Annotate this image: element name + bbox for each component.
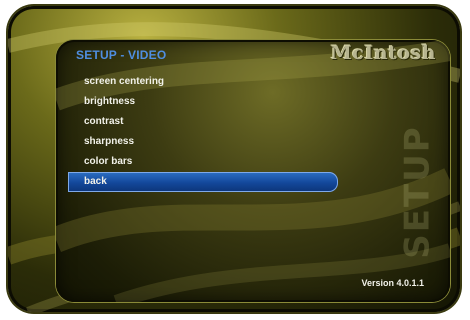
setup-watermark: SETUP <box>398 125 438 258</box>
version-label: Version 4.0.1.1 <box>361 278 424 288</box>
menu-item-color-bars[interactable]: color bars <box>68 152 338 172</box>
setup-watermark-text: SETUP <box>398 125 438 259</box>
page-title: SETUP - VIDEO <box>76 48 167 62</box>
setup-menu-panel: SETUP - VIDEO McIntosh screen centering … <box>56 40 450 302</box>
setup-menu-list: screen centering brightness contrast sha… <box>68 72 338 192</box>
menu-item-sharpness[interactable]: sharpness <box>68 132 338 152</box>
tv-frame: SETUP - VIDEO McIntosh screen centering … <box>8 6 460 312</box>
menu-item-contrast[interactable]: contrast <box>68 112 338 132</box>
menu-item-screen-centering[interactable]: screen centering <box>68 72 338 92</box>
mcintosh-logo: McIntosh <box>330 42 436 64</box>
tv-screen: SETUP - VIDEO McIntosh screen centering … <box>0 0 470 320</box>
menu-item-back[interactable]: back <box>68 172 338 192</box>
menu-item-brightness[interactable]: brightness <box>68 92 338 112</box>
